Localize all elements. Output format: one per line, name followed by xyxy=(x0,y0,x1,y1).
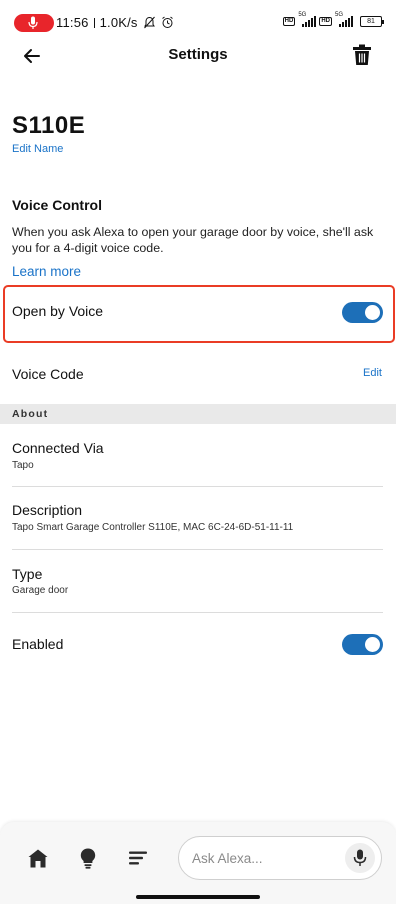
delete-button[interactable] xyxy=(352,44,372,66)
signal-5g-label: 5G xyxy=(298,12,307,18)
description-value: Tapo Smart Garage Controller S110E, MAC … xyxy=(12,522,294,533)
enabled-label: Enabled xyxy=(12,636,64,652)
learn-more-link[interactable]: Learn more xyxy=(12,264,81,279)
type-title: Type xyxy=(12,566,43,582)
type-value: Garage door xyxy=(12,585,69,596)
devices-nav-button[interactable] xyxy=(80,848,96,874)
app-header: Settings xyxy=(0,36,396,76)
devices-bulb-icon xyxy=(80,848,96,869)
connected-via-value: Tapo xyxy=(12,460,34,471)
page-title: Settings xyxy=(168,46,228,63)
signal-strength-icon: 5G xyxy=(298,12,317,27)
network-speed: 1.0K/s xyxy=(99,15,138,30)
divider xyxy=(12,612,383,613)
ask-alexa-input[interactable]: Ask Alexa... xyxy=(178,836,382,880)
home-icon xyxy=(28,849,48,868)
signal-strength-icon-2: 5G xyxy=(335,12,353,27)
home-nav-button[interactable] xyxy=(28,849,48,873)
description-title: Description xyxy=(12,502,83,518)
signal-5g-label-2: 5G xyxy=(335,12,344,18)
status-bar: 11:56 1.0K/s HD 5G HD 5G 81 xyxy=(0,0,396,34)
about-section-header: About xyxy=(0,404,396,424)
voice-control-description: When you ask Alexa to open your garage d… xyxy=(12,225,374,255)
voice-code-edit-link[interactable]: Edit xyxy=(363,367,382,379)
ask-alexa-placeholder: Ask Alexa... xyxy=(192,851,263,866)
status-time: 11:56 xyxy=(56,15,89,30)
status-right: HD 5G HD 5G 81 xyxy=(282,12,384,27)
toggle-knob xyxy=(365,637,380,652)
microphone-button[interactable] xyxy=(345,843,375,873)
home-indicator[interactable] xyxy=(136,895,260,899)
battery-level: 81 xyxy=(367,17,375,25)
device-name: S110E xyxy=(12,112,86,139)
recording-indicator[interactable] xyxy=(14,14,54,32)
hd-badge-2: HD xyxy=(319,16,332,26)
battery-indicator: 81 xyxy=(360,15,384,27)
edit-name-link[interactable]: Edit Name xyxy=(12,143,63,155)
toggle-knob xyxy=(365,305,380,320)
more-menu-icon xyxy=(129,851,147,865)
divider xyxy=(12,549,383,550)
status-left: 11:56 1.0K/s xyxy=(56,15,174,30)
open-by-voice-label: Open by Voice xyxy=(12,303,104,319)
hd-badge: HD xyxy=(282,16,296,26)
microphone-icon xyxy=(28,16,38,29)
connected-via-title: Connected Via xyxy=(12,440,104,456)
more-nav-button[interactable] xyxy=(129,851,147,870)
notification-muted-icon xyxy=(143,16,155,29)
about-section-label: About xyxy=(12,408,49,420)
bottom-nav-bar: Ask Alexa... xyxy=(0,822,396,904)
voice-control-heading: Voice Control xyxy=(12,197,102,213)
divider xyxy=(12,486,383,487)
alarm-clock-icon xyxy=(161,16,173,28)
enabled-toggle[interactable] xyxy=(342,634,383,655)
microphone-icon xyxy=(353,849,367,866)
voice-code-label: Voice Code xyxy=(12,366,84,382)
open-by-voice-toggle[interactable] xyxy=(342,302,383,323)
trash-icon xyxy=(353,44,371,65)
separator-bar xyxy=(93,17,95,28)
